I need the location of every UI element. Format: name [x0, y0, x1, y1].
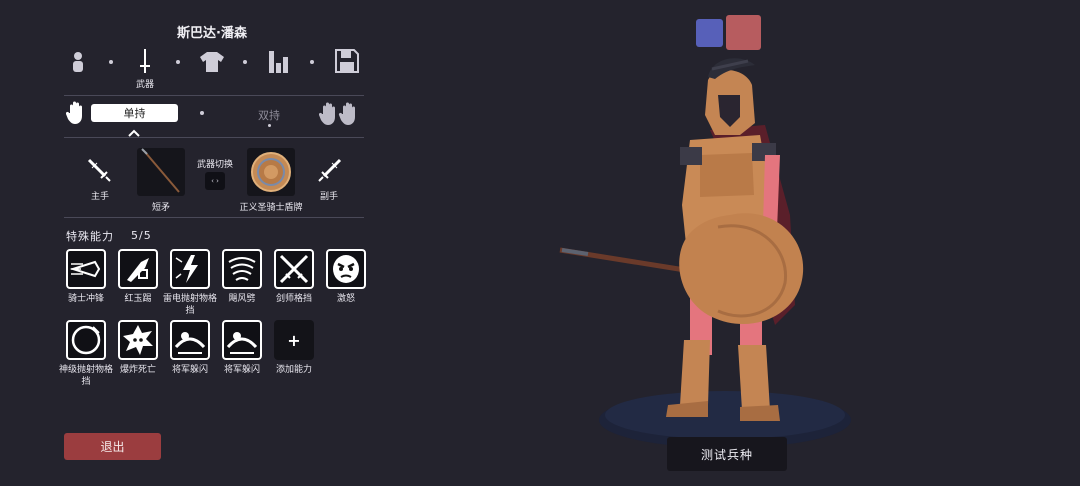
general-dodge-icon[interactable]: [222, 320, 262, 360]
divine-block-icon[interactable]: [66, 320, 106, 360]
ability-label: 剑师格挡: [275, 294, 312, 304]
single-hand-icon: [65, 101, 86, 129]
swordmaster-block-icon[interactable]: [274, 249, 314, 289]
ability-label: 骑士冲锋: [67, 294, 104, 304]
exit-button[interactable]: 退出: [64, 433, 161, 460]
spartan-unit-preview: [559, 58, 851, 448]
team-red-swatch[interactable]: [726, 15, 761, 50]
grip-dual-button[interactable]: 双持: [258, 107, 280, 123]
ability-label: 红玉踢: [124, 294, 152, 304]
ruby-kick-icon[interactable]: [118, 249, 158, 289]
general-dodge-icon[interactable]: [170, 320, 210, 360]
off-hand-sword-icon: [318, 158, 342, 186]
hurricane-slash-icon[interactable]: [222, 249, 262, 289]
grip-single-button[interactable]: 单持: [91, 104, 178, 122]
add-ability-label: 添加能力: [275, 365, 312, 375]
off-hand-label: 副手: [319, 192, 338, 202]
main-hand-sword-icon: [87, 158, 111, 186]
abilities-count: 5/5: [131, 229, 152, 242]
grip-indicator-dot: [268, 124, 271, 127]
ability-label: 飓风劈: [228, 294, 256, 304]
off-weapon-slot[interactable]: [247, 148, 295, 196]
selected-chevron-up-icon: [128, 122, 140, 141]
off-weapon-name: 正义圣骑士盾牌: [239, 203, 303, 213]
main-hand-label: 主手: [90, 192, 109, 202]
save-floppy-icon[interactable]: [333, 47, 361, 75]
divider: [64, 95, 364, 96]
dual-hand-icon: [318, 102, 359, 130]
abilities-title: 特殊能力: [66, 230, 114, 243]
ability-label: 将军躲闪: [223, 365, 260, 375]
nav-separator-dot: [176, 60, 180, 64]
unit-name: 斯巴达·潘森: [177, 26, 247, 41]
nav-label-weapons: 武器: [135, 80, 154, 90]
sword-icon[interactable]: [131, 48, 159, 76]
nav-separator-dot: [310, 60, 314, 64]
ability-label: 爆炸死亡: [119, 365, 156, 375]
main-weapon-name: 短矛: [151, 203, 170, 213]
main-weapon-slot[interactable]: [137, 148, 185, 196]
weapon-swap-button[interactable]: ‹ ›: [205, 172, 225, 190]
grip-separator-dot: [200, 111, 204, 115]
add-ability-button[interactable]: +: [274, 320, 314, 360]
ability-label: 将军躲闪: [171, 365, 208, 375]
ability-label: 神级抛射物格挡: [58, 365, 113, 387]
lightning-block-icon[interactable]: [170, 249, 210, 289]
unit-figure-icon[interactable]: [64, 48, 92, 76]
paladin-shield-icon: [251, 152, 291, 192]
divider: [64, 217, 364, 218]
short-spear-icon: [141, 148, 180, 193]
stats-bars-icon[interactable]: [265, 48, 293, 76]
nav-separator-dot: [109, 60, 113, 64]
team-blue-swatch[interactable]: [696, 19, 723, 47]
explode-death-icon[interactable]: [118, 320, 158, 360]
divider: [64, 137, 364, 138]
ability-label: 雷电抛射物格挡: [162, 294, 217, 316]
enrage-face-icon[interactable]: [326, 249, 366, 289]
nav-separator-dot: [243, 60, 247, 64]
ability-label: 激怒: [336, 294, 355, 304]
test-unit-button[interactable]: 测试兵种: [667, 437, 787, 471]
weapon-swap-label: 武器切换: [196, 160, 233, 170]
knight-charge-icon[interactable]: [66, 249, 106, 289]
swap-arrows-icon: ‹ ›: [211, 177, 219, 185]
armor-shirt-icon[interactable]: [198, 48, 226, 76]
